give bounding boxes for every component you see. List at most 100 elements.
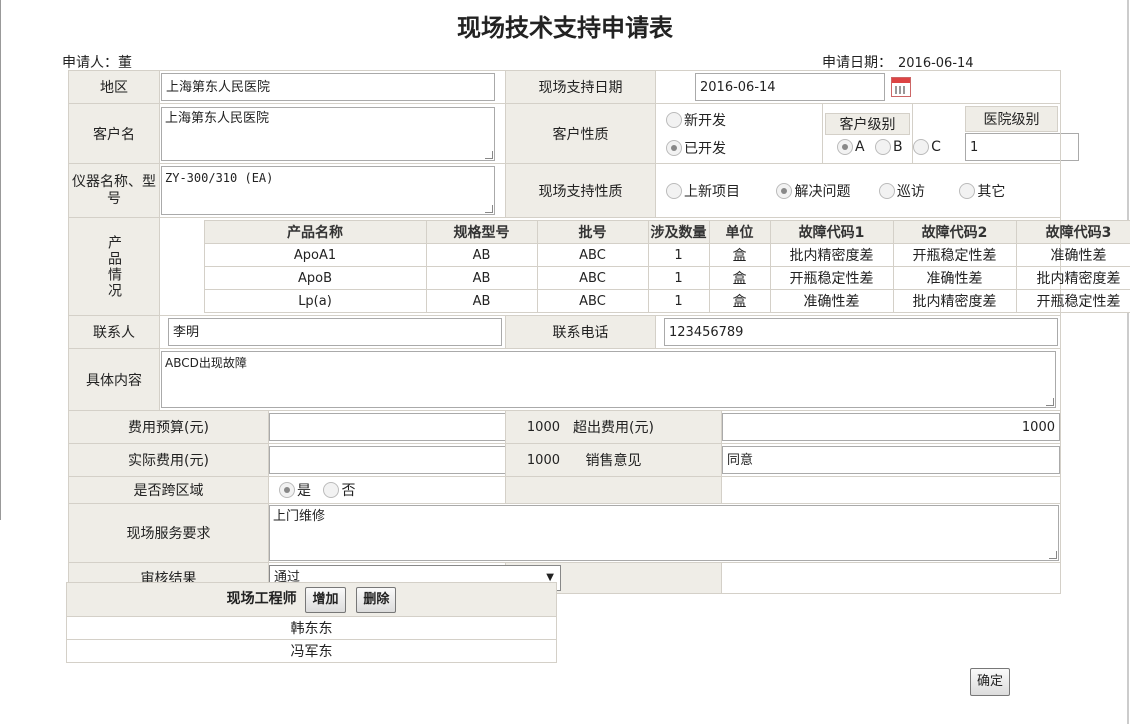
add-engineer-button[interactable]: 增加 bbox=[305, 586, 346, 613]
table-cell: 1 bbox=[647, 243, 710, 267]
level-option-b: B bbox=[893, 138, 903, 155]
support-date-input[interactable]: 2016-06-14 bbox=[695, 73, 885, 101]
resize-grip-icon[interactable] bbox=[485, 205, 493, 213]
customer-nature-option-new: 新开发 bbox=[684, 112, 726, 129]
resize-grip-icon[interactable] bbox=[1046, 398, 1054, 406]
radio-level-b[interactable] bbox=[875, 138, 892, 155]
customer-name-textarea[interactable]: 上海第东人民医院 bbox=[161, 106, 495, 161]
applicant: 申请人：董 bbox=[62, 52, 132, 72]
product-header-fault2: 故障代码2 bbox=[892, 220, 1017, 244]
details-text: ABCD出现故障 bbox=[165, 356, 247, 370]
level-option-c: C bbox=[931, 138, 941, 155]
support-nature-option-new-project: 上新项目 bbox=[684, 183, 740, 200]
details-label: 具体内容 bbox=[68, 348, 160, 411]
instrument-textarea[interactable]: ZY-300/310 (EA) bbox=[161, 166, 495, 215]
details-textarea[interactable]: ABCD出现故障 bbox=[161, 351, 1056, 408]
table-cell: 盒 bbox=[708, 243, 771, 267]
product-header-fault1: 故障代码1 bbox=[769, 220, 894, 244]
engineer-name: 韩东东 bbox=[66, 616, 557, 640]
product-header-spec: 规格型号 bbox=[425, 220, 538, 244]
table-row: ApoA1 AB ABC 1 盒 批内精密度差 开瓶稳定性差 准确性差 bbox=[160, 243, 1130, 267]
table-cell: 开瓶稳定性差 bbox=[892, 243, 1017, 267]
product-header-fault3: 故障代码3 bbox=[1015, 220, 1130, 244]
delete-engineer-button[interactable]: 删除 bbox=[356, 586, 397, 613]
region-label: 地区 bbox=[68, 70, 160, 104]
table-cell: 开瓶稳定性差 bbox=[1015, 289, 1130, 313]
instrument-text: ZY-300/310 (EA) bbox=[165, 171, 274, 185]
phone-input[interactable]: 123456789 bbox=[664, 318, 1058, 346]
customer-nature-label: 客户性质 bbox=[505, 103, 656, 164]
cross-region-option-yes: 是 bbox=[297, 483, 311, 499]
apply-date: 申请日期： 2016-06-14 bbox=[822, 52, 974, 72]
level-option-a: A bbox=[855, 138, 865, 155]
table-cell: AB bbox=[425, 289, 538, 313]
table-cell: 盒 bbox=[708, 289, 771, 313]
radio-level-c[interactable] bbox=[913, 138, 930, 155]
support-nature-option-visit: 巡访 bbox=[896, 183, 925, 200]
radio-other[interactable] bbox=[959, 182, 976, 199]
engineer-name: 冯军东 bbox=[66, 639, 557, 663]
table-cell: AB bbox=[425, 266, 538, 290]
cross-region-option-no: 否 bbox=[341, 483, 356, 499]
application-form: 地区 上海第东人民医院 现场支持日期 2016-06-14 客户名 上海第东人民… bbox=[68, 70, 1130, 594]
list-item[interactable]: 韩东东 bbox=[66, 616, 557, 640]
table-cell: ApoA1 bbox=[203, 243, 427, 267]
contact-label: 联系人 bbox=[68, 315, 160, 349]
apply-date-label: 申请日期： bbox=[822, 55, 892, 71]
customer-name-label: 客户名 bbox=[68, 103, 160, 164]
service-req-label: 现场服务要求 bbox=[68, 503, 269, 563]
radio-visit[interactable] bbox=[878, 182, 895, 199]
resize-grip-icon[interactable] bbox=[485, 150, 493, 159]
service-req-textarea[interactable]: 上门维修 bbox=[269, 505, 1059, 561]
budget-label: 费用预算(元) bbox=[68, 410, 269, 444]
instrument-label: 仪器名称、型号 bbox=[68, 163, 160, 218]
table-cell: 1 bbox=[647, 266, 710, 290]
product-header-name: 产品名称 bbox=[203, 220, 427, 244]
sales-opinion-input[interactable]: 同意 bbox=[722, 446, 1060, 474]
applicant-value: 董 bbox=[118, 55, 132, 71]
product-header-qty: 涉及数量 bbox=[647, 220, 710, 244]
contact-input[interactable]: 李明 bbox=[168, 318, 502, 346]
confirm-button[interactable]: 确定 bbox=[970, 668, 1011, 696]
radio-level-a[interactable] bbox=[837, 138, 853, 155]
overrun-input[interactable]: 1000 bbox=[722, 413, 1060, 441]
list-item[interactable]: 冯军东 bbox=[66, 639, 557, 663]
product-header-batch: 批号 bbox=[536, 220, 649, 244]
table-cell: 准确性差 bbox=[1015, 243, 1130, 267]
region-input[interactable]: 上海第东人民医院 bbox=[161, 73, 495, 101]
table-cell: 准确性差 bbox=[892, 266, 1017, 290]
radio-new-project[interactable] bbox=[666, 182, 682, 199]
table-cell: 批内精密度差 bbox=[769, 243, 894, 267]
support-nature-label: 现场支持性质 bbox=[505, 163, 656, 218]
applicant-label: 申请人： bbox=[62, 55, 118, 71]
support-nature-option-other: 其它 bbox=[977, 183, 1006, 200]
phone-label: 联系电话 bbox=[505, 315, 656, 349]
table-cell: ABC bbox=[536, 243, 649, 267]
actual-label: 实际费用(元) bbox=[68, 443, 269, 477]
support-nature-option-solve: 解决问题 bbox=[794, 183, 851, 200]
radio-existing-customer[interactable] bbox=[666, 139, 682, 156]
table-row: ApoB AB ABC 1 盒 开瓶稳定性差 准确性差 批内精密度差 bbox=[160, 266, 1130, 290]
engineer-table: 现场工程师 增加 删除 韩东东 冯军东 bbox=[66, 582, 557, 663]
apply-date-value: 2016-06-14 bbox=[898, 56, 974, 71]
table-cell: 开瓶稳定性差 bbox=[769, 266, 894, 290]
resize-grip-icon[interactable] bbox=[1049, 551, 1057, 559]
page-title: 现场技术支持申请表 bbox=[457, 13, 673, 42]
radio-cross-yes[interactable] bbox=[279, 482, 295, 498]
table-cell: 批内精密度差 bbox=[892, 289, 1017, 313]
product-info-label: 产品情况 bbox=[106, 234, 122, 299]
table-cell: 批内精密度差 bbox=[1015, 266, 1130, 290]
product-table: 产品名称 规格型号 批号 涉及数量 单位 故障代码1 故障代码2 故障代码3 A… bbox=[160, 220, 1130, 313]
table-cell: 1 bbox=[647, 289, 710, 313]
hospital-level-input[interactable]: 1 bbox=[965, 133, 1079, 161]
customer-level-label: 客户级别 bbox=[825, 112, 910, 135]
radio-new-customer[interactable] bbox=[666, 111, 682, 128]
radio-solve-problem[interactable] bbox=[776, 182, 793, 199]
customer-name-text: 上海第东人民医院 bbox=[165, 110, 270, 126]
window-scrollbar[interactable] bbox=[1127, 0, 1129, 724]
support-date-label: 现场支持日期 bbox=[505, 70, 656, 104]
calendar-icon[interactable] bbox=[891, 77, 911, 97]
table-cell: ABC bbox=[536, 266, 649, 290]
radio-cross-no[interactable] bbox=[323, 482, 340, 498]
hospital-level-label: 医院级别 bbox=[965, 106, 1058, 132]
